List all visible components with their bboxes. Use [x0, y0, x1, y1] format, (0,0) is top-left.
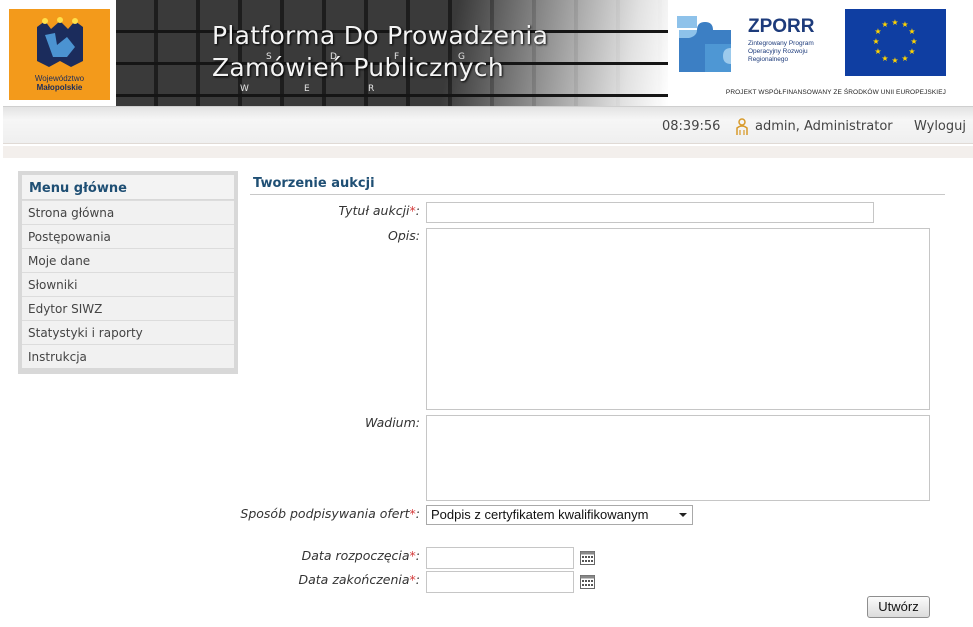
svg-text:★: ★ [881, 54, 888, 63]
portal-title-line1: Platforma Do Prowadzenia [212, 21, 549, 50]
svg-text:★: ★ [901, 54, 908, 63]
form-title-divider [250, 194, 945, 195]
auction-title-input[interactable] [426, 202, 874, 223]
logout-link[interactable]: Wyloguj [914, 119, 966, 134]
calendar-icon[interactable] [580, 575, 595, 592]
header-banner: Województwo Małopolskie W E R S D F G Pl… [0, 0, 973, 106]
menu-item-dictionaries[interactable]: Słowniki [22, 272, 234, 296]
menu-item-instructions[interactable]: Instrukcja [22, 344, 234, 368]
menu-item-home[interactable]: Strona główna [22, 200, 234, 224]
start-date-input[interactable] [426, 547, 574, 569]
portal-title: Platforma Do Prowadzenia Zamówień Public… [212, 20, 548, 84]
header-divider [3, 146, 973, 158]
main-menu: Menu główne Strona główna Postępowania M… [18, 171, 238, 374]
menu-item-my-data[interactable]: Moje dane [22, 248, 234, 272]
region-logo-line2: Małopolskie [36, 83, 83, 92]
clock: 08:39:56 [662, 119, 721, 134]
eu-flag: ★ ★ ★ ★ ★ ★ ★ ★ ★ ★ ★ ★ [845, 9, 946, 76]
svg-text:★: ★ [908, 27, 915, 36]
eu-stars-icon: ★ ★★ ★★★ ★★★ ★★★ [872, 18, 917, 65]
user-bar: 08:39:56 admin, Administrator Wyloguj [3, 106, 973, 144]
required-marker: * [409, 572, 416, 587]
svg-text:★: ★ [891, 18, 898, 27]
user-icon [734, 118, 750, 139]
svg-text:★: ★ [874, 47, 881, 56]
signing-method-label: Sposób podpisywania ofert*: [240, 506, 420, 521]
create-auction-button[interactable]: Utwórz [867, 596, 930, 618]
form-title: Tworzenie aukcji [253, 176, 375, 191]
region-logo-line1: Województwo [34, 74, 85, 83]
eu-caption: PROJEKT WSPÓŁFINANSOWANY ZE ŚRODKÓW UNII… [725, 89, 946, 96]
keyboard-key-letter: E [304, 84, 310, 94]
description-label: Opis: [388, 228, 420, 243]
svg-text:★: ★ [872, 37, 879, 46]
dropdown-arrow-icon [679, 513, 687, 517]
zporr-logo: ZPORR Zintegrowany Program Operacyjny Ro… [675, 14, 825, 76]
auction-title-label: Tytuł aukcji*: [338, 203, 420, 218]
required-marker: * [409, 203, 416, 218]
required-marker: * [409, 548, 416, 563]
menu-item-proceedings[interactable]: Postępowania [22, 224, 234, 248]
deposit-label: Wadium: [364, 415, 420, 430]
portal-title-line2: Zamówień Publicznych [212, 53, 504, 82]
keyboard-key-letter: W [240, 84, 249, 94]
svg-text:★: ★ [908, 47, 915, 56]
svg-text:★: ★ [881, 20, 888, 29]
puzzle-icon [677, 16, 731, 72]
keyboard-row [116, 94, 668, 97]
end-date-input[interactable] [426, 571, 574, 593]
required-marker: * [409, 506, 416, 521]
calendar-icon[interactable] [580, 551, 595, 568]
region-logo: Województwo Małopolskie [9, 9, 110, 100]
user-name: admin, Administrator [755, 119, 893, 134]
zporr-name: ZPORR [748, 16, 815, 37]
svg-text:★: ★ [910, 37, 917, 46]
menu-item-siwz-editor[interactable]: Edytor SIWZ [22, 296, 234, 320]
end-date-label: Data zakończenia*: [298, 572, 421, 587]
keyboard-key-letter: R [368, 84, 375, 94]
main-menu-title: Menu główne [22, 175, 234, 200]
region-emblem-icon [37, 17, 83, 67]
description-textarea[interactable] [426, 228, 930, 410]
zporr-subtitle: Zintegrowany Program Operacyjny Rozwoju … [748, 40, 814, 63]
signing-method-value: Podpis z certyfikatem kwalifikowanym [431, 507, 649, 522]
svg-text:★: ★ [891, 56, 898, 65]
deposit-textarea[interactable] [426, 415, 930, 501]
menu-item-statistics[interactable]: Statystyki i raporty [22, 320, 234, 344]
start-date-label: Data rozpoczęcia*: [301, 548, 420, 563]
signing-method-select[interactable]: Podpis z certyfikatem kwalifikowanym [426, 505, 693, 525]
